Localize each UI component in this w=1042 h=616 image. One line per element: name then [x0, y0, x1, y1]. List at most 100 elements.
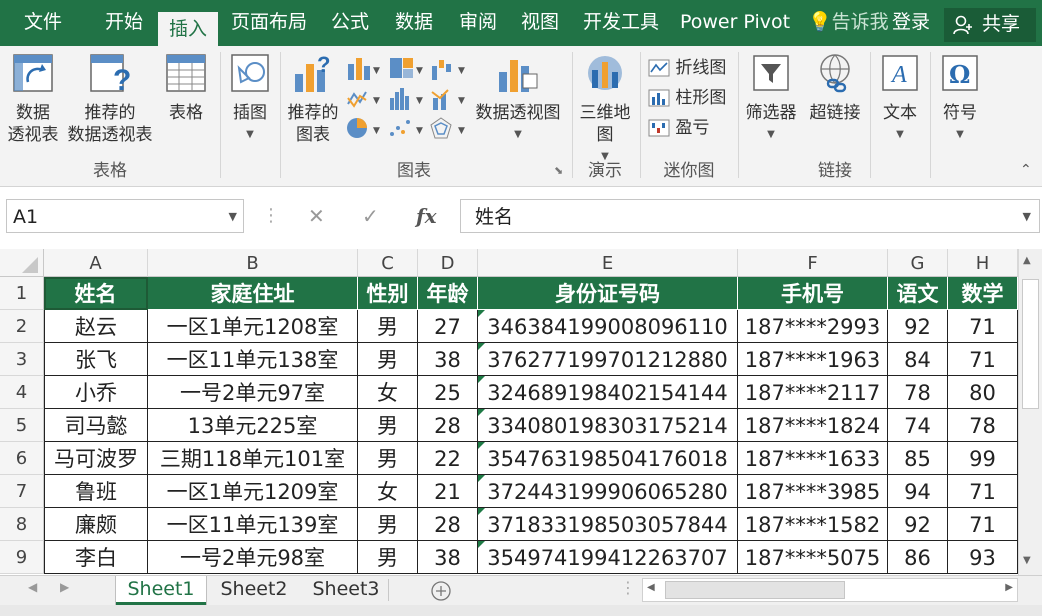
column-header-a[interactable]: A	[44, 249, 148, 277]
cell-f3[interactable]: 187****1963	[738, 343, 888, 376]
slicer-button[interactable]: 筛选器 ▼	[740, 52, 802, 146]
pivot-chart-button[interactable]: 数据透视图 ▼	[472, 52, 564, 146]
horizontal-scrollbar[interactable]: ◀ ▶	[642, 578, 1018, 602]
waterfall-chart-icon[interactable]: ▼	[430, 56, 468, 80]
cell-d5[interactable]: 28	[418, 409, 478, 442]
cell-d8[interactable]: 28	[418, 508, 478, 541]
row-header-1[interactable]: 1	[0, 277, 44, 310]
add-sheet-icon[interactable]	[430, 580, 452, 602]
tab-page-layout[interactable]: 页面布局	[226, 0, 312, 46]
cell-f6[interactable]: 187****1633	[738, 442, 888, 475]
cell-h3[interactable]: 71	[948, 343, 1018, 376]
cell-a8[interactable]: 廉颇	[44, 508, 148, 541]
cell-g4[interactable]: 78	[888, 376, 948, 409]
formula-input[interactable]: 姓名 ▼	[460, 199, 1040, 233]
row-header-4[interactable]: 4	[0, 376, 44, 409]
cell-h8[interactable]: 71	[948, 508, 1018, 541]
cell-a7[interactable]: 鲁班	[44, 475, 148, 508]
cell-a4[interactable]: 小乔	[44, 376, 148, 409]
cell-e4[interactable]: 324689198402154144	[478, 376, 738, 409]
header-cell-f[interactable]: 手机号	[738, 277, 888, 310]
cell-g6[interactable]: 85	[888, 442, 948, 475]
scroll-right-icon[interactable]: ▶	[1005, 582, 1013, 593]
text-button[interactable]: A 文本 ▼	[872, 52, 928, 146]
header-cell-d[interactable]: 年龄	[418, 277, 478, 310]
combo-chart-icon[interactable]: ▼	[430, 86, 468, 110]
scatter-chart-icon[interactable]: ▼	[388, 116, 426, 140]
cell-d2[interactable]: 27	[418, 310, 478, 343]
tab-file[interactable]: 文件	[6, 0, 80, 46]
cell-c9[interactable]: 男	[358, 541, 418, 574]
cell-h7[interactable]: 71	[948, 475, 1018, 508]
recommended-charts-button[interactable]: ? 推荐的 图表	[284, 52, 342, 146]
cell-d4[interactable]: 25	[418, 376, 478, 409]
cell-d3[interactable]: 38	[418, 343, 478, 376]
cell-h6[interactable]: 99	[948, 442, 1018, 475]
cell-b6[interactable]: 三期118单元101室	[148, 442, 358, 475]
header-cell-c[interactable]: 性别	[358, 277, 418, 310]
illustrations-button[interactable]: 插图 ▼	[224, 52, 276, 146]
header-cell-a[interactable]: 姓名	[44, 277, 148, 310]
cell-a5[interactable]: 司马懿	[44, 409, 148, 442]
cell-e2[interactable]: 346384199008096110	[478, 310, 738, 343]
split-handle-icon[interactable]: ⋮	[620, 578, 636, 597]
cell-c5[interactable]: 男	[358, 409, 418, 442]
row-header-2[interactable]: 2	[0, 310, 44, 343]
column-chart-icon[interactable]: ▼	[346, 56, 382, 80]
tab-developer[interactable]: 开发工具	[576, 0, 666, 46]
map3d-button[interactable]: 三维地 图 ▼	[574, 52, 636, 168]
cell-e3[interactable]: 376277199701212880	[478, 343, 738, 376]
cell-b7[interactable]: 一区1单元1209室	[148, 475, 358, 508]
column-header-g[interactable]: G	[888, 249, 948, 277]
symbol-button[interactable]: Ω 符号 ▼	[932, 52, 988, 146]
column-header-d[interactable]: D	[418, 249, 478, 277]
cell-d6[interactable]: 22	[418, 442, 478, 475]
cell-f9[interactable]: 187****5075	[738, 541, 888, 574]
cell-f2[interactable]: 187****2993	[738, 310, 888, 343]
cell-g3[interactable]: 84	[888, 343, 948, 376]
cell-b5[interactable]: 13单元225室	[148, 409, 358, 442]
cell-e5[interactable]: 334080198303175214	[478, 409, 738, 442]
cell-g9[interactable]: 86	[888, 541, 948, 574]
cell-c7[interactable]: 女	[358, 475, 418, 508]
cell-d9[interactable]: 38	[418, 541, 478, 574]
cell-f5[interactable]: 187****1824	[738, 409, 888, 442]
tell-me-box[interactable]: 💡告诉我	[808, 0, 889, 46]
column-header-e[interactable]: E	[478, 249, 738, 277]
cell-b8[interactable]: 一区11单元139室	[148, 508, 358, 541]
sheet-tab-1[interactable]: Sheet1	[116, 576, 206, 605]
scroll-up-icon[interactable]: ▲	[1023, 255, 1031, 266]
cell-e7[interactable]: 372443199906065280	[478, 475, 738, 508]
cell-c2[interactable]: 男	[358, 310, 418, 343]
row-header-9[interactable]: 9	[0, 541, 44, 574]
scroll-thumb[interactable]	[1022, 279, 1039, 409]
cell-a9[interactable]: 李白	[44, 541, 148, 574]
cell-d7[interactable]: 21	[418, 475, 478, 508]
cell-g8[interactable]: 92	[888, 508, 948, 541]
sparkline-winloss-button[interactable]: 盈亏	[648, 116, 709, 140]
row-header-7[interactable]: 7	[0, 475, 44, 508]
cell-e6[interactable]: 354763198504176018	[478, 442, 738, 475]
cell-a3[interactable]: 张飞	[44, 343, 148, 376]
radar-chart-icon[interactable]: ▼	[430, 116, 468, 140]
line-chart-icon[interactable]: ▼	[346, 86, 382, 110]
tab-view[interactable]: 视图	[512, 0, 568, 46]
share-button[interactable]: 共享	[944, 8, 1036, 42]
insert-function-icon[interactable]: fx	[416, 199, 437, 233]
drag-handle-icon[interactable]: ⋮	[262, 199, 280, 233]
statistic-chart-icon[interactable]: ▼	[388, 86, 426, 110]
sparkline-line-button[interactable]: 折线图	[648, 56, 726, 80]
cell-g5[interactable]: 74	[888, 409, 948, 442]
vertical-scrollbar[interactable]: ▲ ▼	[1018, 249, 1042, 575]
cell-b9[interactable]: 一号2单元98室	[148, 541, 358, 574]
cell-h4[interactable]: 80	[948, 376, 1018, 409]
cell-a2[interactable]: 赵云	[44, 310, 148, 343]
column-header-b[interactable]: B	[148, 249, 358, 277]
cell-f8[interactable]: 187****1582	[738, 508, 888, 541]
scroll-down-icon[interactable]: ▼	[1023, 555, 1031, 566]
cell-c3[interactable]: 男	[358, 343, 418, 376]
cancel-icon[interactable]: ✕	[308, 199, 325, 233]
scroll-left-tabs-icon[interactable]: ◀	[28, 580, 37, 594]
table-button[interactable]: 表格	[160, 52, 212, 124]
column-header-c[interactable]: C	[358, 249, 418, 277]
